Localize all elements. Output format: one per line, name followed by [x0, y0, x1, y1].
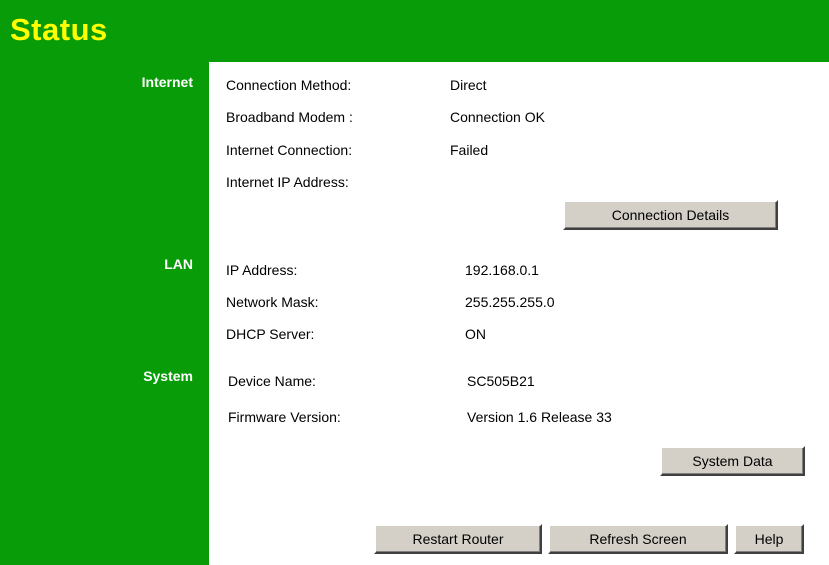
network-mask-label: Network Mask: — [226, 294, 319, 310]
section-label-internet: Internet — [141, 74, 193, 90]
internet-ip-label: Internet IP Address: — [226, 174, 349, 190]
broadband-modem-value: Connection OK — [450, 109, 545, 125]
dhcp-server-value: ON — [465, 326, 486, 342]
page-title: Status — [10, 12, 108, 47]
device-name-label: Device Name: — [228, 373, 316, 389]
section-label-system: System — [143, 368, 193, 384]
internet-connection-value: Failed — [450, 142, 489, 158]
system-data-button[interactable]: System Data — [660, 446, 805, 476]
dhcp-server-label: DHCP Server: — [226, 326, 315, 342]
connection-method-value: Direct — [450, 77, 487, 93]
sidebar: Internet LAN System — [0, 62, 209, 565]
section-label-lan: LAN — [164, 256, 193, 272]
page-header: Status — [0, 0, 829, 62]
help-button[interactable]: Help — [734, 524, 804, 554]
firmware-version-label: Firmware Version: — [228, 409, 341, 425]
device-name-value: SC505B21 — [467, 373, 535, 389]
broadband-modem-label: Broadband Modem : — [226, 109, 353, 125]
connection-details-button[interactable]: Connection Details — [563, 200, 778, 230]
restart-router-button[interactable]: Restart Router — [374, 524, 542, 554]
lan-ip-value: 192.168.0.1 — [465, 262, 539, 278]
internet-connection-label: Internet Connection: — [226, 142, 353, 158]
refresh-screen-button[interactable]: Refresh Screen — [548, 524, 728, 554]
status-content: Connection Method: Direct Broadband Mode… — [209, 62, 829, 565]
connection-method-label: Connection Method: — [226, 77, 352, 93]
lan-ip-label: IP Address: — [226, 262, 298, 278]
network-mask-value: 255.255.255.0 — [465, 294, 555, 310]
firmware-version-value: Version 1.6 Release 33 — [467, 409, 612, 425]
